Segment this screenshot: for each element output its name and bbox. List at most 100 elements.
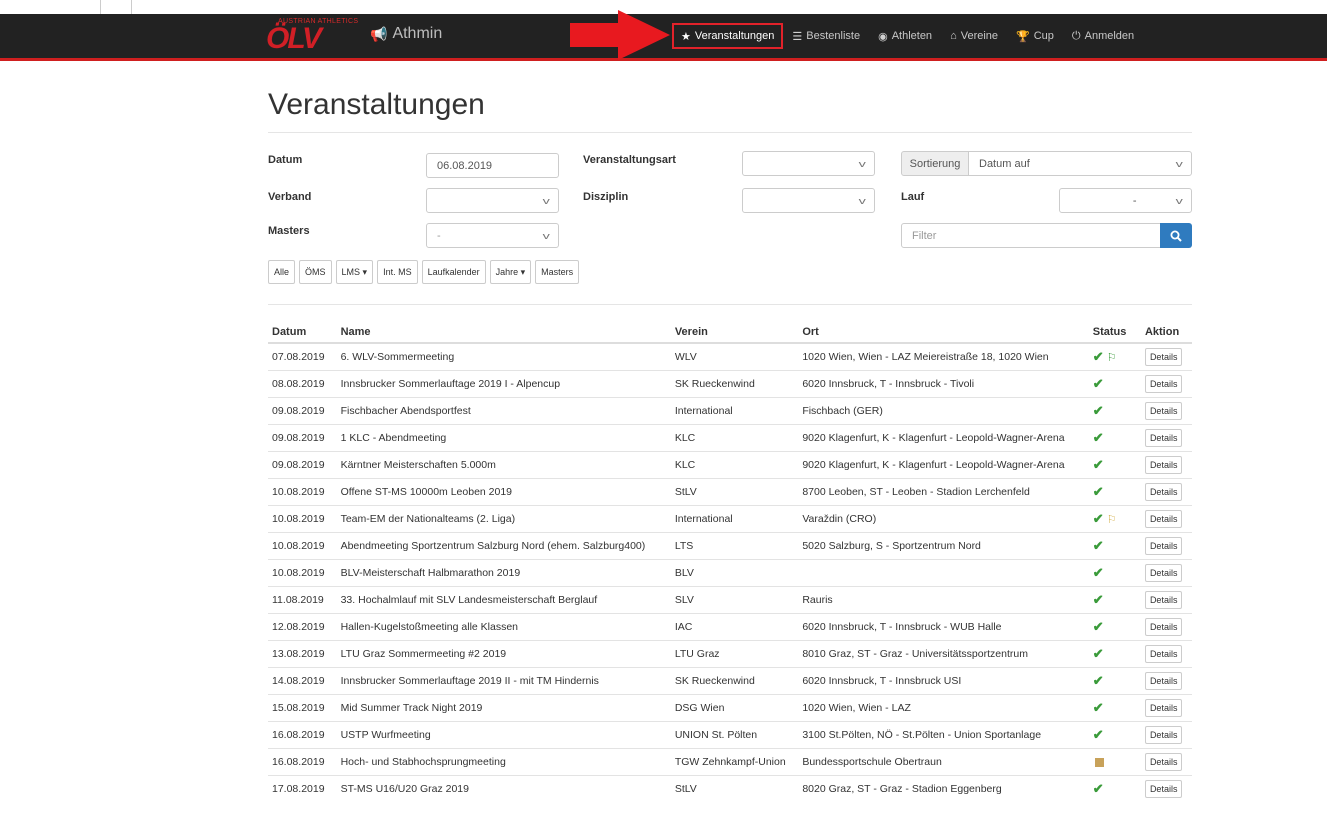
jahre-dropdown-button[interactable]: Jahre ▾ (489, 260, 532, 284)
lauf-value: - (1132, 194, 1137, 207)
cell-datum: 09.08.2019 (268, 424, 337, 452)
nav-label: Cup (1033, 30, 1054, 42)
details-button[interactable]: Details (1144, 591, 1183, 609)
cell-name[interactable]: Hoch- und Stabhochsprungmeeting (336, 748, 671, 776)
table-row[interactable]: 10.08.2019 Team-EM der Nationalteams (2. … (268, 505, 1192, 533)
table-row[interactable]: 10.08.2019 Abendmeeting Sportzentrum Salz… (268, 532, 1192, 560)
browser-tab[interactable] (100, 0, 132, 14)
table-row[interactable]: 16.08.2019 Hoch- und Stabhochsprungmeetin… (268, 748, 1192, 776)
cell-name[interactable]: Mid Summer Track Night 2019 (336, 694, 671, 722)
table-row[interactable]: 07.08.2019 6. WLV-Sommermeeting WLV 1020 Wi… (268, 342, 1192, 371)
check-icon: ✔ (1092, 673, 1104, 688)
details-button[interactable]: Details (1144, 618, 1183, 636)
intms-button[interactable]: Int. MS (377, 260, 418, 284)
nav-label: Athleten (891, 30, 933, 42)
nav-item-athleten[interactable]: ◉ Athleten (869, 24, 941, 48)
cell-name[interactable]: Hallen-Kugelstoßmeeting alle Klassen (336, 613, 671, 641)
check-icon: ✔ (1092, 646, 1104, 661)
trophy-icon: 🏆 (1016, 30, 1030, 43)
details-button[interactable]: Details (1144, 564, 1183, 582)
masters-button[interactable]: Masters (535, 260, 580, 284)
cell-aktion: Details (1140, 694, 1192, 722)
verband-select[interactable]: v (426, 188, 559, 213)
cell-ort: 8010 Graz, ST - Graz - Universitätssport… (798, 640, 1089, 668)
datum-input[interactable]: 06.08.2019 (426, 153, 559, 178)
cell-name[interactable]: 33. Hochalmlauf mit SLV Landesmeistersch… (336, 586, 671, 614)
cell-verein: SK Rueckenwind (670, 370, 799, 398)
details-button[interactable]: Details (1144, 780, 1183, 798)
details-button[interactable]: Details (1144, 753, 1183, 771)
details-button[interactable]: Details (1144, 375, 1183, 393)
details-button[interactable]: Details (1144, 483, 1183, 501)
nav-item-vereine[interactable]: ⌂ Vereine (941, 24, 1007, 48)
cell-name[interactable]: 6. WLV-Sommermeeting (336, 342, 671, 371)
cell-verein: TGW Zehnkampf-Union (670, 748, 799, 776)
veranstaltungsart-select[interactable]: v (742, 151, 875, 176)
cell-name[interactable]: 1 KLC - Abendmeeting (336, 424, 671, 452)
table-row[interactable]: 17.08.2019 ST-MS U16/U20 Graz 2019 StLV 802… (268, 775, 1192, 802)
table-row[interactable]: 12.08.2019 Hallen-Kugelstoßmeeting alle K… (268, 613, 1192, 641)
header-ort[interactable]: Ort (798, 322, 1089, 344)
alle-button[interactable]: Alle (268, 260, 296, 284)
cell-name[interactable]: USTP Wurfmeeting (336, 721, 671, 749)
lms-dropdown-button[interactable]: LMS ▾ (335, 260, 374, 284)
cell-name[interactable]: Innsbrucker Sommerlauftage 2019 I - Alpe… (336, 370, 671, 398)
oems-button[interactable]: ÖMS (299, 260, 332, 284)
list-icon: ☰ (792, 30, 803, 43)
table-row[interactable]: 11.08.2019 33. Hochalmlauf mit SLV Landes… (268, 586, 1192, 614)
nav-item-cup[interactable]: 🏆 Cup (1007, 24, 1063, 48)
table-row[interactable]: 09.08.2019 1 KLC - Abendmeeting KLC 9020 Kl… (268, 424, 1192, 452)
details-button[interactable]: Details (1144, 699, 1183, 717)
table-row[interactable]: 16.08.2019 USTP Wurfmeeting UNION St. Pölt… (268, 721, 1192, 749)
cell-ort: 1020 Wien, Wien - LAZ (798, 694, 1089, 722)
filter-input[interactable]: Filter (901, 223, 1161, 248)
table-row[interactable]: 08.08.2019 Innsbrucker Sommerlauftage 201… (268, 370, 1192, 398)
cell-name[interactable]: Fischbacher Abendsportfest (336, 397, 671, 425)
header-verein[interactable]: Verein (670, 322, 799, 344)
events-table-body: 07.08.2019 6. WLV-Sommermeeting WLV 1020 Wi… (268, 342, 1192, 802)
table-row[interactable]: 09.08.2019 Kärntner Meisterschaften 5.000… (268, 451, 1192, 479)
details-button[interactable]: Details (1144, 672, 1183, 690)
table-row[interactable]: 13.08.2019 LTU Graz Sommermeeting #2 2019… (268, 640, 1192, 668)
details-button[interactable]: Details (1144, 348, 1183, 366)
details-button[interactable]: Details (1144, 537, 1183, 555)
disziplin-select[interactable]: v (742, 188, 875, 213)
cell-name[interactable]: Kärntner Meisterschaften 5.000m (336, 451, 671, 479)
details-button[interactable]: Details (1144, 402, 1183, 420)
nav-item-veranstaltungen[interactable]: ★ Veranstaltungen (672, 23, 784, 49)
check-icon: ✔ (1092, 511, 1104, 526)
cell-name[interactable]: LTU Graz Sommermeeting #2 2019 (336, 640, 671, 668)
laufkalender-button[interactable]: Laufkalender (421, 260, 486, 284)
details-button[interactable]: Details (1144, 429, 1183, 447)
nav-item-anmelden[interactable]: ⏻ Anmelden (1063, 24, 1143, 48)
masters-select[interactable]: -v (426, 223, 559, 248)
cell-name[interactable]: Team-EM der Nationalteams (2. Liga) (336, 505, 671, 533)
cell-name[interactable]: Innsbrucker Sommerlauftage 2019 II - mit… (336, 667, 671, 695)
cell-verein: UNION St. Pölten (670, 721, 799, 749)
details-button[interactable]: Details (1144, 726, 1183, 744)
nav-item-bestenliste[interactable]: ☰ Bestenliste (783, 24, 869, 48)
sortierung-select[interactable]: Datum auf v (968, 151, 1192, 176)
details-button[interactable]: Details (1144, 510, 1183, 528)
header-datum[interactable]: Datum (268, 322, 337, 344)
table-row[interactable]: 15.08.2019 Mid Summer Track Night 2019 DSG… (268, 694, 1192, 722)
details-button[interactable]: Details (1144, 645, 1183, 663)
cell-name[interactable]: ST-MS U16/U20 Graz 2019 (336, 775, 671, 802)
chevron-down-icon: v (858, 195, 866, 206)
header-name[interactable]: Name (336, 322, 671, 344)
lauf-select[interactable]: -v (1059, 188, 1192, 213)
search-button[interactable] (1160, 223, 1192, 248)
olv-logo[interactable]: AUSTRIAN ATHLETICS ÖLV (266, 18, 364, 54)
nav-label: Vereine (960, 30, 999, 42)
masters-value: - (437, 229, 441, 242)
cell-name[interactable]: Offene ST-MS 10000m Leoben 2019 (336, 478, 671, 506)
status-indicators: ✔ ⚐ (1093, 511, 1137, 527)
table-row[interactable]: 10.08.2019 Offene ST-MS 10000m Leoben 201… (268, 478, 1192, 506)
details-button[interactable]: Details (1144, 456, 1183, 474)
cell-name[interactable]: Abendmeeting Sportzentrum Salzburg Nord … (336, 532, 671, 560)
table-row[interactable]: 09.08.2019 Fischbacher Abendsportfest Inte… (268, 397, 1192, 425)
table-row[interactable]: 10.08.2019 BLV-Meisterschaft Halbmarathon… (268, 559, 1192, 587)
table-row[interactable]: 14.08.2019 Innsbrucker Sommerlauftage 201… (268, 667, 1192, 695)
brand[interactable]: 📢 Athmin (370, 25, 442, 43)
cell-name[interactable]: BLV-Meisterschaft Halbmarathon 2019 (336, 559, 671, 587)
